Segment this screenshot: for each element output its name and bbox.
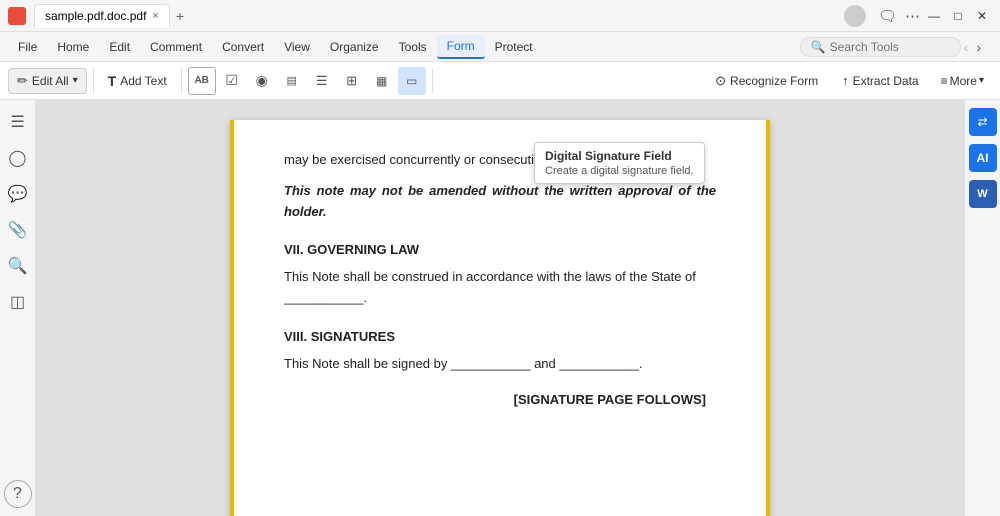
document-text: may be exercised concurrently or consecu… — [284, 150, 716, 411]
nav-forward-button[interactable]: › — [973, 37, 984, 57]
section7-title: VII. GOVERNING LAW — [284, 240, 716, 261]
menu-form[interactable]: Form — [437, 35, 485, 59]
more-icon: ≡ — [941, 74, 948, 88]
signature-block: [SIGNATURE PAGE FOLLOWS] — [284, 390, 716, 411]
add-text-button[interactable]: T Add Text — [100, 69, 175, 93]
search-icon: 🔍 — [811, 40, 826, 54]
menubar: File Home Edit Comment Convert View Orga… — [0, 32, 1000, 62]
sidebar-item-layers[interactable]: ◫ — [4, 288, 32, 316]
note-text: This note may not be amended without the… — [284, 183, 716, 219]
radio-button[interactable]: ◉ — [248, 67, 276, 95]
extract-data-label: Extract Data — [853, 74, 919, 88]
right-ai-icon[interactable]: AI — [969, 144, 997, 172]
list-box-button[interactable]: ☰ — [308, 67, 336, 95]
sidebar-item-attachments[interactable]: 📎 — [4, 216, 32, 244]
section7-body: This Note shall be construed in accordan… — [284, 269, 696, 284]
text-field-button[interactable]: AB — [188, 67, 216, 95]
tooltip-box: Digital Signature Field Create a digital… — [534, 142, 705, 184]
app-logo — [8, 7, 26, 25]
recognize-form-label: Recognize Form — [730, 74, 818, 88]
right-sidebar: ⇄ AI W — [964, 100, 1000, 516]
menu-organize[interactable]: Organize — [320, 36, 389, 58]
recognize-icon: ⊙ — [715, 73, 726, 89]
recognize-form-button[interactable]: ⊙ Recognize Form — [705, 69, 828, 93]
left-sidebar: ☰ ◯ 💬 📎 🔍 ◫ ? — [0, 100, 36, 516]
add-tab-button[interactable]: + — [176, 8, 184, 24]
image-button[interactable]: ⊞ — [338, 67, 366, 95]
edit-all-button[interactable]: ✏ Edit All ▾ — [8, 68, 87, 94]
more-options-icon[interactable]: ⋯ — [905, 7, 920, 25]
add-text-label: Add Text — [120, 74, 166, 88]
separator-1 — [93, 69, 94, 93]
menu-comment[interactable]: Comment — [140, 36, 212, 58]
toolbar-right: ⊙ Recognize Form ↑ Extract Data ≡ More ▾ — [705, 69, 992, 93]
window-controls: 🗨 ⋯ — □ ✕ — [844, 5, 992, 27]
sidebar-item-help[interactable]: ? — [4, 480, 32, 508]
bold-italic-note: This note may not be amended without the… — [284, 181, 716, 223]
combo-box-button[interactable]: ▤ — [278, 67, 306, 95]
document-area: Digital Signature Field Create a digital… — [36, 100, 964, 516]
menu-protect[interactable]: Protect — [485, 36, 543, 58]
section7-blank: ___________. — [284, 290, 367, 305]
tab-close[interactable]: × — [152, 10, 158, 22]
checkbox-button[interactable]: ☑ — [218, 67, 246, 95]
sidebar-item-bookmark[interactable]: ◯ — [4, 144, 32, 172]
message-icon[interactable]: 🗨 — [878, 7, 897, 25]
edit-all-dropdown-icon: ▾ — [73, 75, 78, 86]
digital-signature-tooltip: Digital Signature Field Create a digital… — [534, 142, 705, 184]
user-avatar — [844, 5, 866, 27]
separator-2 — [181, 69, 182, 93]
date-button[interactable]: ▦ — [368, 67, 396, 95]
more-label: More — [950, 74, 977, 88]
more-chevron-icon: ▾ — [979, 75, 984, 86]
sidebar-item-search[interactable]: 🔍 — [4, 252, 32, 280]
extract-icon: ↑ — [842, 73, 849, 88]
main-content: ☰ ◯ 💬 📎 🔍 ◫ ? Digital Signature Field Cr… — [0, 100, 1000, 516]
signature-field-button[interactable]: ▭ — [398, 67, 426, 95]
right-word-icon[interactable]: W — [969, 180, 997, 208]
section7-text: This Note shall be construed in accordan… — [284, 267, 716, 309]
tooltip-title: Digital Signature Field — [545, 149, 694, 163]
menu-file[interactable]: File — [8, 36, 47, 58]
nav-back-button[interactable]: ‹ — [961, 37, 972, 57]
sidebar-item-comments[interactable]: 💬 — [4, 180, 32, 208]
tooltip-description: Create a digital signature field. — [545, 165, 694, 177]
tab-active[interactable]: sample.pdf.doc.pdf × — [34, 4, 170, 27]
search-tools-input[interactable]: 🔍 — [800, 37, 961, 57]
search-field[interactable] — [830, 40, 950, 54]
edit-all-label: Edit All — [32, 74, 69, 88]
menu-tools[interactable]: Tools — [389, 36, 437, 58]
menu-edit[interactable]: Edit — [99, 36, 140, 58]
close-button[interactable]: ✕ — [972, 6, 992, 26]
document-page: Digital Signature Field Create a digital… — [230, 120, 770, 516]
extract-data-button[interactable]: ↑ Extract Data — [832, 69, 929, 92]
nav-arrows: ‹ › — [961, 37, 984, 57]
text-icon: T — [108, 73, 117, 89]
separator-3 — [432, 69, 433, 93]
form-toolbar: ✏ Edit All ▾ T Add Text AB ☑ ◉ ▤ ☰ ⊞ ▦ ▭… — [0, 62, 1000, 100]
tab-title: sample.pdf.doc.pdf — [45, 9, 146, 23]
maximize-button[interactable]: □ — [948, 6, 968, 26]
more-button[interactable]: ≡ More ▾ — [933, 70, 992, 92]
menu-convert[interactable]: Convert — [212, 36, 274, 58]
right-convert-icon[interactable]: ⇄ — [969, 108, 997, 136]
minimize-button[interactable]: — — [924, 6, 944, 26]
section8-text: This Note shall be signed by ___________… — [284, 354, 716, 375]
section8-title: VIII. SIGNATURES — [284, 327, 716, 348]
menu-view[interactable]: View — [274, 36, 320, 58]
edit-icon: ✏ — [17, 73, 28, 89]
sidebar-item-nav[interactable]: ☰ — [4, 108, 32, 136]
titlebar: sample.pdf.doc.pdf × + 🗨 ⋯ — □ ✕ — [0, 0, 1000, 32]
menu-home[interactable]: Home — [47, 36, 99, 58]
